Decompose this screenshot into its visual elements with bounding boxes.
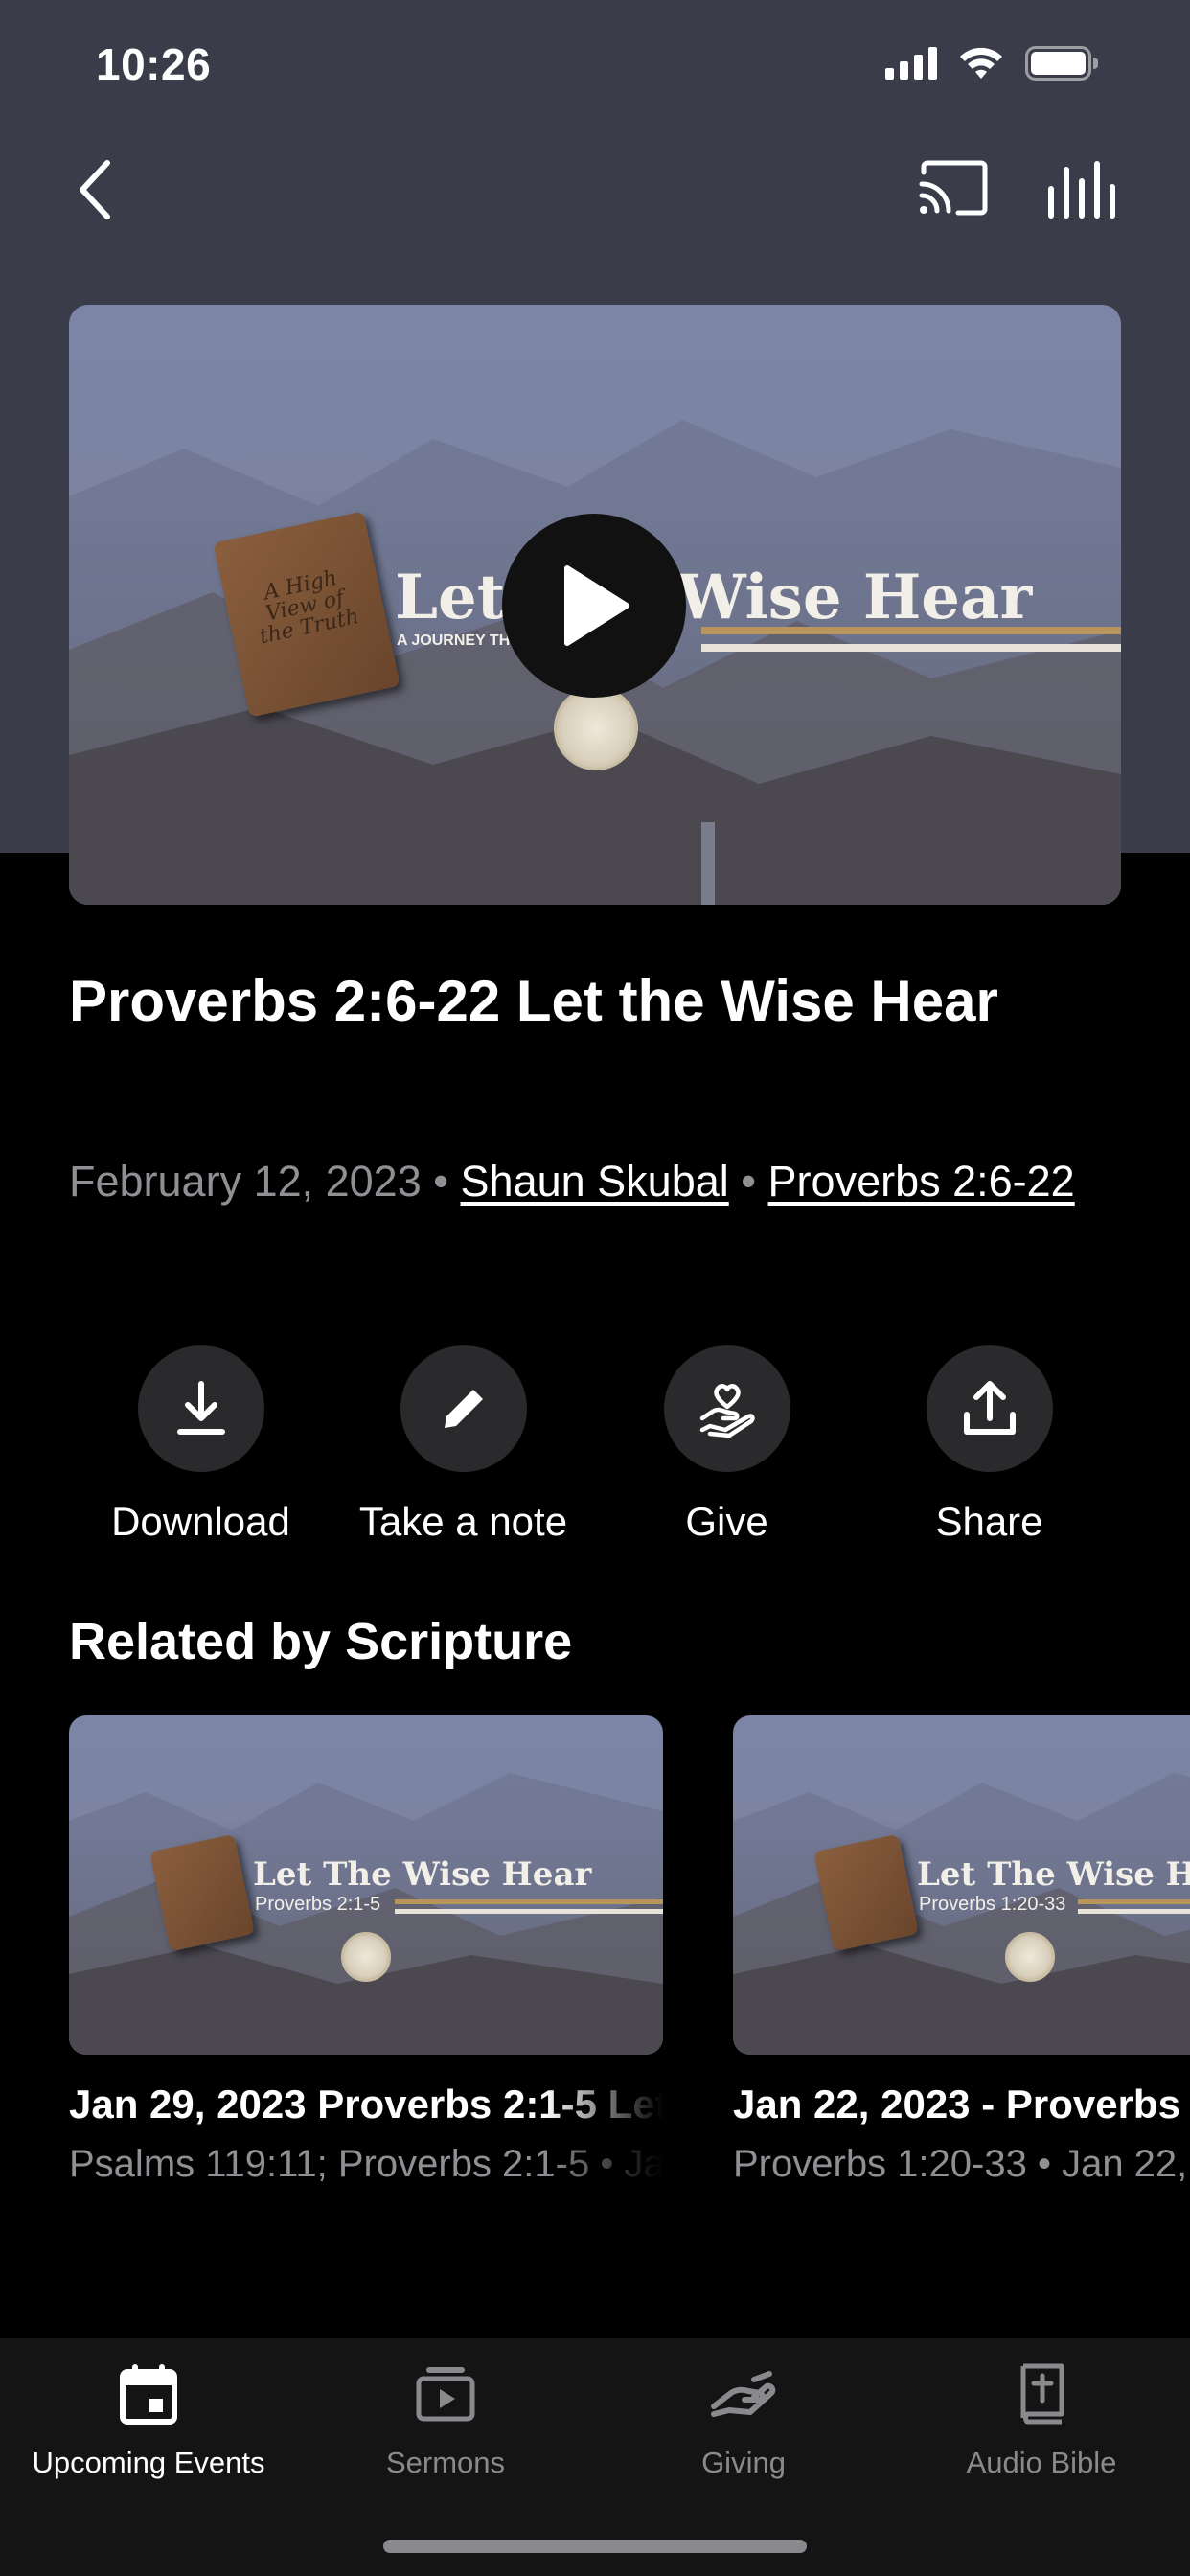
sermon-detail-screen: 10:26 A High View of the Truth Let The W… [0, 0, 1190, 2576]
sermon-video-player[interactable]: A High View of the Truth Let The Wise He… [69, 305, 1121, 905]
tab-label: Audio Bible [966, 2446, 1117, 2479]
sermon-meta: February 12, 2023 • Shaun Skubal • Prove… [69, 1150, 1121, 1213]
church-seal-logo [1005, 1932, 1055, 1982]
sermon-title: Proverbs 2:6-22 Let the Wise Hear [69, 969, 998, 1033]
tab-audio-bible[interactable]: Audio Bible [893, 2356, 1190, 2480]
series-title: Let The Wise Hear [395, 562, 1033, 633]
battery-icon [1025, 46, 1099, 85]
take-note-button[interactable]: Take a note [332, 1346, 595, 1545]
card-series-title: Let The Wise Hear [917, 1855, 1190, 1894]
tab-sermons[interactable]: Sermons [297, 2356, 594, 2480]
related-card[interactable]: Let The Wise Hear Proverbs 2:1-5 Jan 29,… [69, 1715, 663, 2186]
church-seal-logo [554, 686, 638, 770]
audio-levels-button[interactable] [1044, 159, 1121, 220]
card-series-sub: Proverbs 1:20-33 [919, 1894, 1066, 1915]
download-label: Download [111, 1499, 290, 1544]
church-seal-logo [341, 1932, 391, 1982]
related-card-subtitle: Proverbs 1:20-33 • Jan 22, 2023 [733, 2143, 1190, 2185]
tab-label: Sermons [385, 2446, 506, 2479]
card-series-sub: Proverbs 2:1-5 [255, 1894, 381, 1915]
white-accent-line [701, 644, 1121, 652]
giving-hand-icon [705, 2356, 782, 2432]
related-card-title: Jan 22, 2023 - Proverbs 1:20-33 [733, 2082, 1190, 2127]
cast-button[interactable] [916, 159, 993, 220]
equalizer-icon [1048, 161, 1115, 218]
download-circle[interactable] [137, 1346, 264, 1472]
give-button[interactable]: Give [595, 1346, 858, 1545]
related-card-subtitle: Psalms 119:11; Proverbs 2:1-5 • Jan 29, … [69, 2143, 663, 2185]
tab-giving[interactable]: Giving [595, 2356, 892, 2480]
action-row: Download Take a note Give Share [69, 1346, 1121, 1556]
give-label: Give [685, 1499, 768, 1544]
share-button[interactable]: Share [858, 1346, 1121, 1545]
related-card-title: Jan 29, 2023 Proverbs 2:1-5 Let the Wise… [69, 2082, 663, 2127]
take-note-circle[interactable] [400, 1346, 527, 1472]
scripture-link[interactable]: Proverbs 2:6-22 [768, 1157, 1075, 1206]
thumbnail-background: Let The Wise Hear Proverbs 2:1-5 [69, 1715, 663, 2055]
play-button[interactable] [502, 514, 686, 698]
card-series-title: Let The Wise Hear [253, 1855, 592, 1894]
book-cover-text: A High View of the Truth [257, 565, 361, 650]
tab-label: Giving [701, 2446, 786, 2479]
take-note-label: Take a note [358, 1499, 568, 1544]
bible-icon [1003, 2356, 1080, 2432]
white-accent-line [395, 1909, 663, 1914]
chevron-left-icon [80, 160, 110, 219]
speaker-link[interactable]: Shaun Skubal [461, 1157, 729, 1206]
white-accent-line [1078, 1909, 1190, 1914]
meta-separator: • [741, 1157, 757, 1206]
status-time: 10:26 [96, 39, 212, 89]
tab-label: Upcoming Events [32, 2446, 265, 2479]
pencil-icon [444, 1390, 483, 1428]
wifi-icon [958, 46, 1004, 85]
signal-icon [885, 47, 937, 84]
status-icons [885, 46, 1099, 85]
tab-upcoming-events[interactable]: Upcoming Events [0, 2356, 297, 2480]
related-card-thumbnail[interactable]: Let The Wise Hear Proverbs 2:1-5 [69, 1715, 663, 2055]
download-icon [176, 1381, 225, 1435]
play-icon [564, 565, 629, 646]
calendar-icon [110, 2356, 187, 2432]
share-circle[interactable] [926, 1346, 1053, 1472]
meta-separator: • [433, 1157, 449, 1206]
give-circle[interactable] [663, 1346, 790, 1472]
related-heading: Related by Scripture [69, 1613, 573, 1670]
gold-accent-line [701, 627, 1121, 634]
download-button[interactable]: Download [69, 1346, 332, 1545]
cast-icon [919, 160, 988, 216]
thumbnail-background: Let The Wise Hear Proverbs 1:20-33 [733, 1715, 1190, 2055]
related-card-thumbnail[interactable]: Let The Wise Hear Proverbs 1:20-33 [733, 1715, 1190, 2055]
gold-accent-line [1078, 1899, 1190, 1904]
gold-accent-line [395, 1899, 663, 1904]
related-card[interactable]: Let The Wise Hear Proverbs 1:20-33 Jan 2… [733, 1715, 1190, 2186]
back-button[interactable] [69, 153, 123, 226]
home-indicator[interactable] [383, 2540, 807, 2553]
sermon-date: February 12, 2023 [69, 1157, 422, 1206]
share-icon [963, 1381, 1016, 1435]
heart-hand-icon [699, 1384, 755, 1438]
video-stack-icon [407, 2356, 484, 2432]
share-label: Share [935, 1499, 1043, 1544]
